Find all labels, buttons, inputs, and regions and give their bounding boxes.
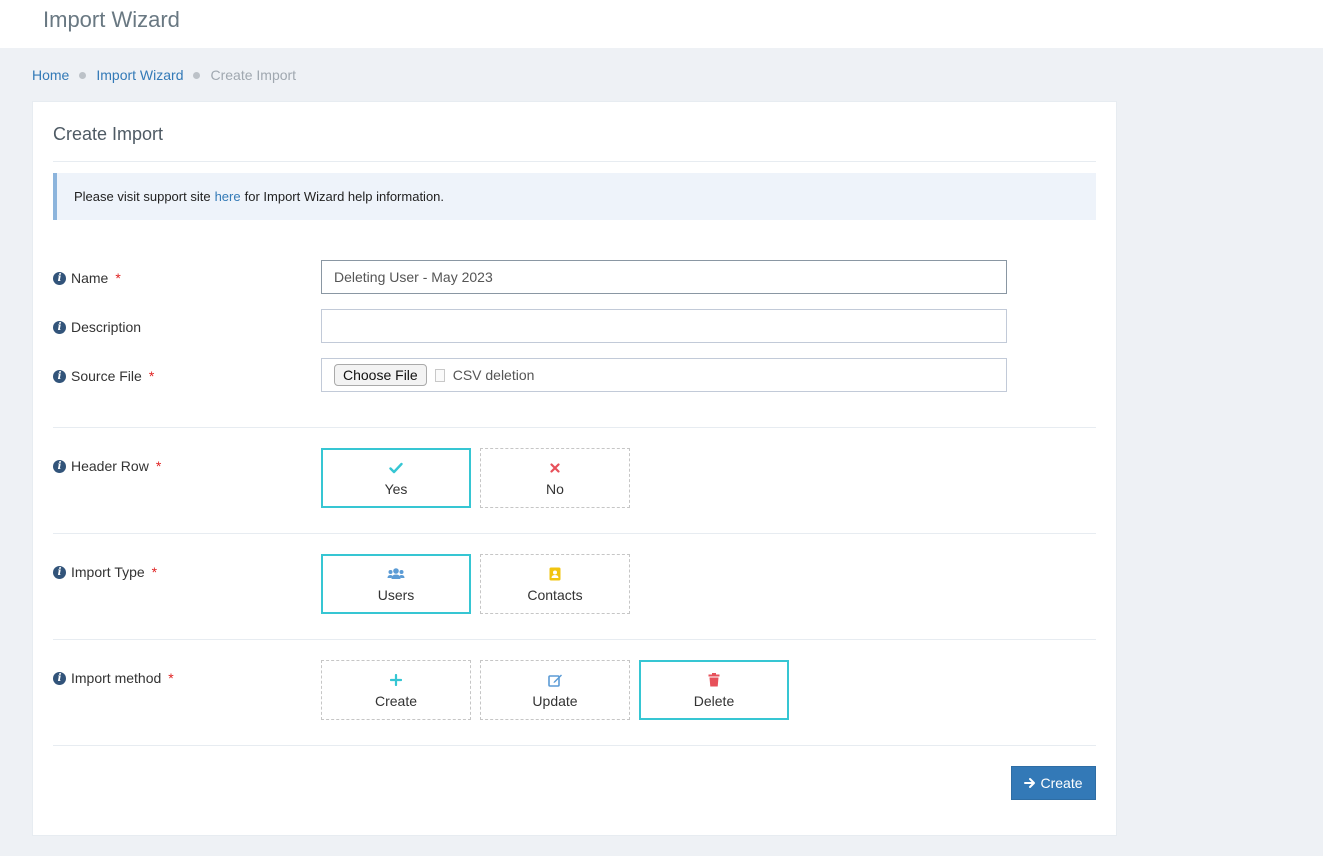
selected-file-name: CSV deletion [452, 367, 535, 383]
info-icon: i [53, 671, 66, 685]
import-type-label-text: Import Type [71, 564, 145, 580]
import-method-label: i Import method * [53, 669, 174, 687]
import-type-users-option[interactable]: Users [321, 554, 471, 614]
required-marker: * [151, 564, 158, 580]
description-label-text: Description [71, 319, 142, 335]
header-row-yes-option[interactable]: Yes [321, 448, 471, 508]
breadcrumb-import-wizard-link[interactable]: Import Wizard [96, 67, 183, 83]
info-icon: i [53, 320, 66, 334]
divider [53, 427, 1096, 428]
check-icon [389, 460, 403, 476]
import-method-delete-option[interactable]: Delete [639, 660, 789, 720]
breadcrumb: Home Import Wizard Create Import [32, 66, 296, 84]
source-file-label-text: Source File [71, 368, 142, 384]
required-marker: * [155, 458, 162, 474]
choose-file-button[interactable]: Choose File [334, 364, 427, 386]
breadcrumb-home-link[interactable]: Home [32, 67, 69, 83]
help-note: Please visit support site here for Impor… [53, 173, 1096, 220]
edit-icon [547, 672, 563, 688]
breadcrumb-current: Create Import [210, 67, 297, 83]
support-site-link[interactable]: here [215, 189, 241, 204]
import-type-contacts-option[interactable]: Contacts [480, 554, 630, 614]
create-button-label: Create [1040, 775, 1083, 791]
create-button[interactable]: Create [1011, 766, 1096, 800]
name-label: i Name * [53, 269, 121, 287]
source-file-label: i Source File * [53, 367, 154, 385]
breadcrumb-separator [193, 71, 201, 79]
name-label-text: Name [71, 270, 109, 286]
name-input-value: Deleting User - May 2023 [334, 269, 493, 285]
required-marker: * [148, 368, 155, 384]
option-label: Contacts [527, 586, 583, 603]
help-note-text-after: for Import Wizard help information. [244, 189, 445, 204]
info-icon: i [53, 369, 66, 383]
option-label: Create [374, 692, 418, 709]
divider [53, 745, 1096, 746]
contact-card-icon [549, 566, 561, 582]
description-label: i Description [53, 318, 141, 336]
name-input[interactable]: Deleting User - May 2023 [321, 260, 1007, 294]
info-icon: i [53, 459, 66, 473]
option-label: No [546, 480, 564, 497]
arrow-right-icon [1024, 777, 1036, 789]
import-method-label-text: Import method [71, 670, 162, 686]
create-import-panel: Create Import Please visit support site … [32, 101, 1117, 836]
x-icon [550, 460, 560, 476]
panel-title: Create Import [53, 124, 164, 144]
header-row-no-option[interactable]: No [480, 448, 630, 508]
top-bar: Import Wizard [0, 0, 1323, 48]
help-note-text-before: Please visit support site [74, 189, 211, 204]
breadcrumb-separator [79, 71, 87, 79]
description-input[interactable] [321, 309, 1007, 343]
info-icon: i [53, 565, 66, 579]
option-label: Delete [693, 692, 735, 709]
info-icon: i [53, 271, 66, 285]
import-type-label: i Import Type * [53, 563, 157, 581]
required-marker: * [115, 270, 121, 286]
plus-icon [390, 672, 402, 688]
users-icon [387, 566, 405, 582]
import-method-create-option[interactable]: Create [321, 660, 471, 720]
option-label: Update [532, 692, 578, 709]
page-title: Import Wizard [43, 7, 180, 32]
option-label: Yes [384, 480, 408, 497]
divider [53, 639, 1096, 640]
option-label: Users [377, 586, 415, 603]
divider [53, 533, 1096, 534]
divider [53, 161, 1096, 162]
file-icon [434, 368, 445, 382]
required-marker: * [168, 670, 174, 686]
header-row-label: i Header Row * [53, 457, 161, 475]
import-method-update-option[interactable]: Update [480, 660, 630, 720]
source-file-input: Choose File CSV deletion [321, 358, 1007, 392]
header-row-label-text: Header Row [71, 458, 149, 474]
trash-icon [708, 672, 720, 688]
